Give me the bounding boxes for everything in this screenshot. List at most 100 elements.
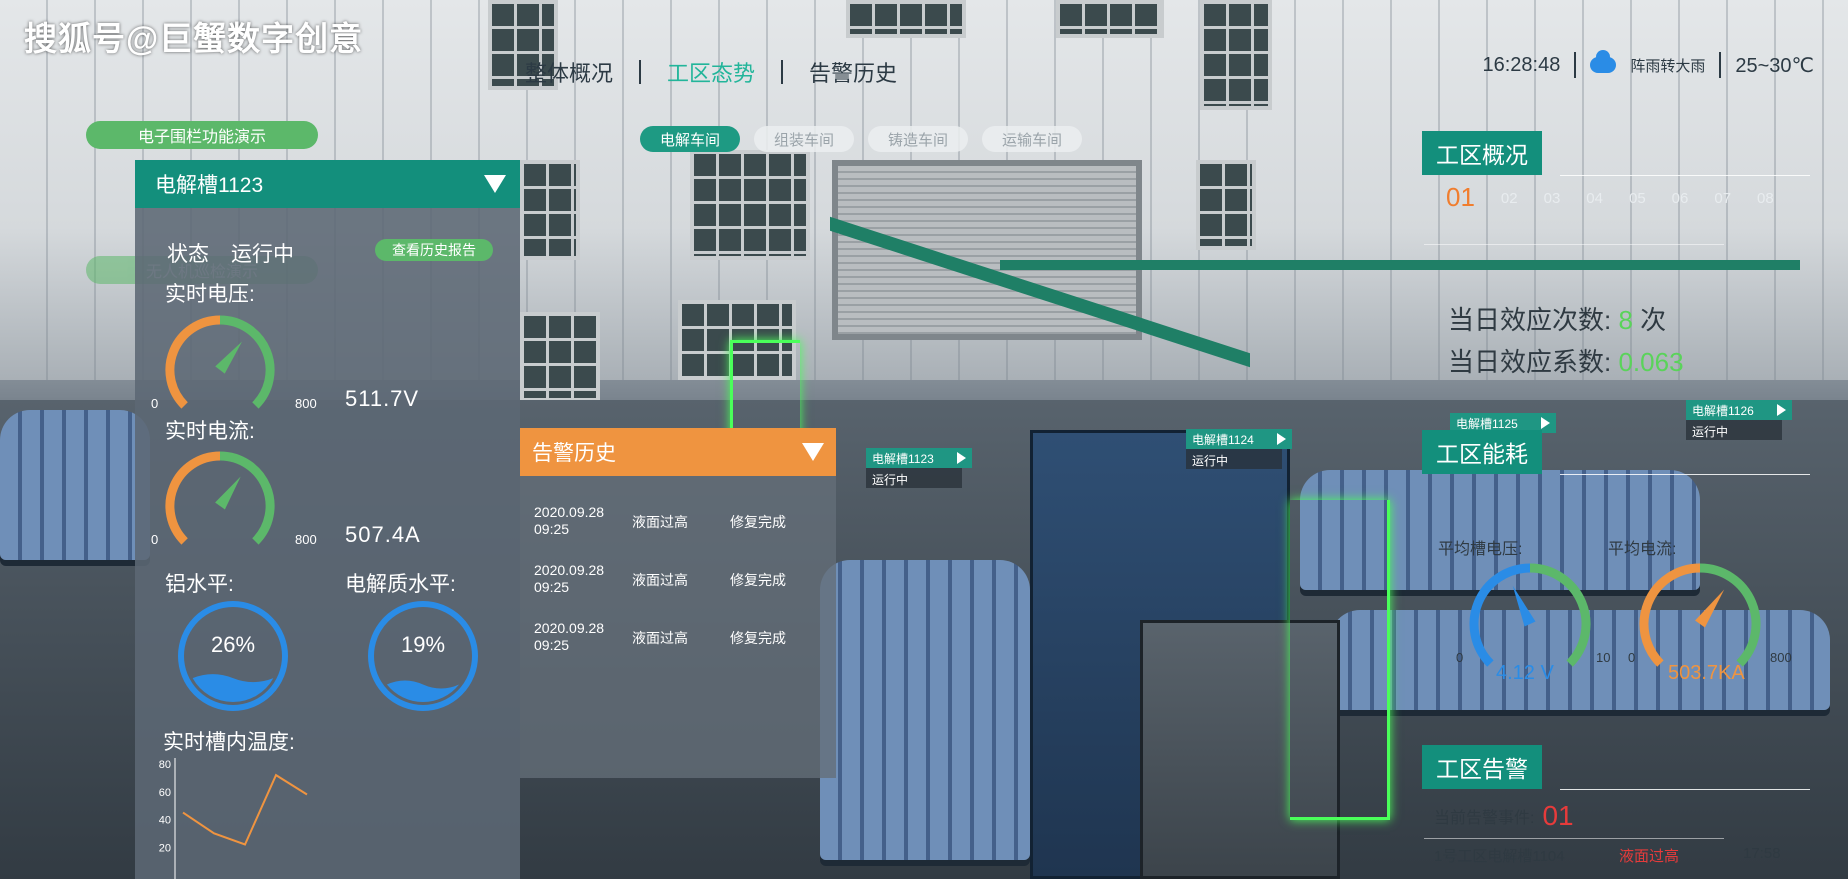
workshop-tabs: 电解车间 组装车间 铸造车间 运输车间 [640, 126, 1082, 152]
alarm-row[interactable]: 2020.09.28 09:25 液面过高 修复完成 [534, 504, 786, 538]
zone-item[interactable]: 02 [1501, 190, 1518, 213]
tab-assembly[interactable]: 组装车间 [754, 126, 854, 152]
zone-alarm-item[interactable]: 1号工区电解槽1104 液面过高 17:58 [1434, 845, 1781, 866]
zone-selector: 01 02 03 04 05 06 07 08 [1446, 182, 1774, 213]
voltage-value: 511.7V [345, 386, 420, 411]
alarm-result: 修复完成 [730, 514, 786, 530]
avg-voltage-arc-high [1529, 563, 1591, 667]
weather-text: 阵雨转大雨 [1630, 57, 1706, 75]
zone-alarm-title: 工区告警 [1422, 745, 1542, 789]
voltage-gauge-arc-low [165, 315, 221, 409]
temperature-range: 25~30℃ [1735, 54, 1814, 77]
zone-item[interactable]: 05 [1629, 190, 1646, 213]
avg-voltage-gauge [1469, 563, 1591, 667]
alarm-panel-header[interactable]: 告警历史 [520, 428, 836, 476]
cell-detail-panel: 电解槽1123 状态 运行中 查看历史报告 实时电压: 0 800 511.7V… [135, 160, 520, 879]
alarm-history-panel: 告警历史 2020.09.28 09:25 液面过高 修复完成 2020.09.2… [520, 428, 836, 778]
status-value: 运行中 [231, 243, 294, 266]
current-max: 800 [295, 532, 317, 547]
tab-electrolysis[interactable]: 电解车间 [640, 126, 740, 152]
zone-item[interactable]: 04 [1586, 190, 1603, 213]
zone-item[interactable]: 06 [1672, 190, 1689, 213]
watermark: 搜狐号@巨蟹数字创意 [24, 20, 364, 57]
temperature-y-tick: 40 [159, 815, 171, 827]
avg-current-needle [1695, 589, 1725, 628]
cell-tag-header: 电解槽1124 [1186, 429, 1292, 449]
aluminum-label: 铝水平: [165, 573, 234, 596]
status-label: 状态 [167, 243, 209, 266]
play-triangle-icon [1277, 433, 1286, 445]
tab-transport[interactable]: 运输车间 [982, 126, 1082, 152]
nav-zone-status[interactable]: 工区态势 [667, 56, 755, 88]
factory-window [520, 160, 580, 260]
zone-item[interactable]: 07 [1714, 190, 1731, 213]
alarm-result: 修复完成 [730, 630, 786, 646]
cell-tag-status: 运行中 [1186, 449, 1282, 469]
avg-current-gauge [1639, 563, 1761, 667]
alarm-time: 09:25 [534, 637, 570, 653]
collapse-triangle-icon[interactable] [484, 175, 506, 193]
collapse-triangle-icon[interactable] [802, 443, 824, 461]
avg-voltage-max: 10 [1596, 650, 1611, 665]
zone-item[interactable]: 01 [1446, 182, 1475, 213]
section-divider [1560, 175, 1810, 176]
electrolyte-level-ring: 19% [365, 598, 481, 714]
section-divider [1424, 244, 1724, 245]
status-divider [1574, 52, 1577, 78]
cell-rail [1000, 260, 1800, 270]
alarm-row[interactable]: 2020.09.28 09:25 液面过高 修复完成 [534, 620, 786, 654]
fence-demo-button[interactable]: 电子围栏功能演示 [86, 121, 318, 149]
effect-coef-line: 当日效应系数: 0.063 [1448, 342, 1684, 379]
avg-current-max: 800 [1770, 650, 1792, 665]
alarm-date: 2020.09.28 [534, 620, 605, 636]
electrolyte-value: 19% [400, 632, 446, 657]
temperature-y-tick: 80 [159, 759, 171, 771]
temperature-y-tick: 20 [159, 842, 171, 854]
factory-window [520, 312, 600, 402]
electrolyte-label: 电解质水平: [345, 573, 456, 596]
history-report-button[interactable]: 查看历史报告 [375, 239, 493, 261]
avg-voltage-needle [1512, 585, 1536, 627]
nav-overview[interactable]: 整体概况 [525, 56, 613, 88]
section-divider [1424, 838, 1724, 839]
cell-tag-header: 电解槽1126 [1686, 400, 1792, 420]
cell-tag-status: 运行中 [866, 468, 962, 488]
alarm-type: 液面过高 [632, 630, 688, 646]
nav-alarm-history[interactable]: 告警历史 [809, 56, 897, 88]
nav-divider [781, 60, 784, 84]
voltage-min: 0 [151, 396, 159, 411]
temperature-line-chart: 20 40 60 80 [159, 758, 308, 879]
cell-tag-1124[interactable]: 电解槽1124 运行中 [1186, 429, 1292, 469]
zone-item[interactable]: 03 [1544, 190, 1561, 213]
cell-panel-title: 电解槽1123 [155, 174, 264, 197]
alarm-type: 液面过高 [632, 572, 688, 588]
cloud-icon [1590, 50, 1617, 73]
status-divider [1719, 52, 1722, 78]
cell-tag-1126[interactable]: 电解槽1126 运行中 [1686, 400, 1792, 440]
top-navigation: 整体概况 工区态势 告警历史 [525, 56, 897, 88]
effect-count-label: 当日效应次数: [1448, 305, 1612, 335]
cell-panel-header[interactable]: 电解槽1123 [135, 160, 520, 208]
cell-status-row: 状态 运行中 [167, 238, 294, 268]
factory-window [846, 0, 966, 38]
alarm-date: 2020.09.28 [534, 562, 605, 578]
effect-coef-label: 当日效应系数: [1448, 347, 1612, 377]
temperature-series-line [182, 773, 308, 846]
zone-alarm-location: 1号工区电解槽1104 [1434, 848, 1565, 865]
zone-item[interactable]: 08 [1757, 190, 1774, 213]
factory-window [1200, 0, 1272, 110]
factory-window [1056, 0, 1164, 38]
alarm-row[interactable]: 2020.09.28 09:25 液面过高 修复完成 [534, 562, 786, 596]
clock: 16:28:48 [1482, 53, 1561, 76]
cell-tag-name: 电解槽1126 [1692, 403, 1754, 418]
cell-tag-1123[interactable]: 电解槽1123 运行中 [866, 448, 972, 488]
section-divider [1560, 474, 1810, 475]
voltage-max: 800 [295, 396, 317, 411]
alarm-time: 09:25 [534, 521, 570, 537]
tab-casting[interactable]: 铸造车间 [868, 126, 968, 152]
effect-count-line: 当日效应次数: 8 次 [1448, 300, 1666, 337]
play-triangle-icon [1541, 417, 1550, 429]
alarm-result: 修复完成 [730, 572, 786, 588]
voltage-label: 实时电压: [165, 283, 255, 306]
cell-tag-name: 电解槽1125 [1456, 416, 1518, 431]
